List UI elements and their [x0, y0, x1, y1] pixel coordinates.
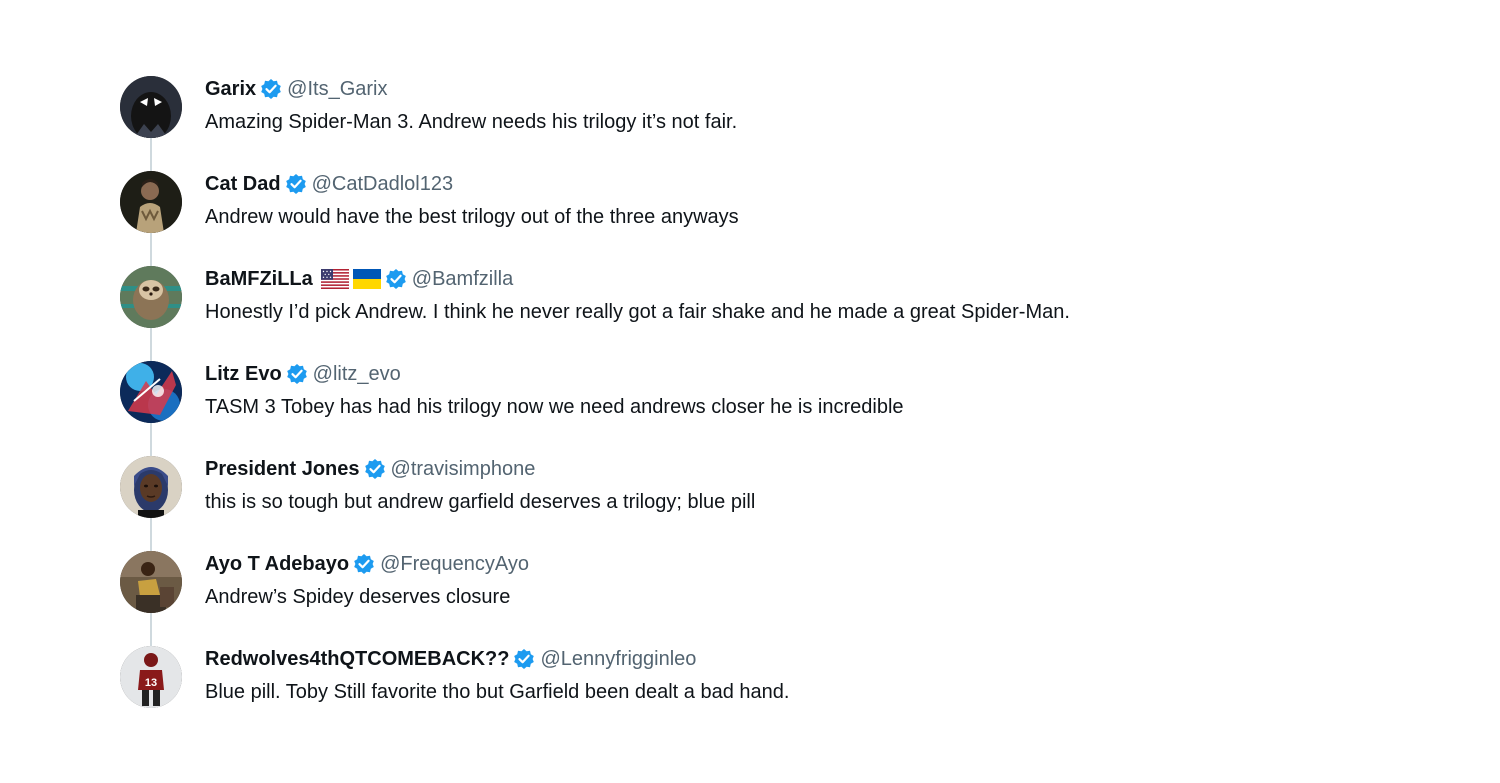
- reply-item[interactable]: 13 Redwolves4thQTCOMEBACK?? @Lennyfriggi…: [120, 646, 1420, 741]
- user-handle[interactable]: @CatDadlol123: [312, 173, 454, 196]
- svg-text:13: 13: [145, 677, 157, 689]
- verified-badge-icon: [385, 268, 407, 290]
- reply-item[interactable]: President Jones @travisimphone this is s…: [120, 456, 1420, 551]
- reply-text: Amazing Spider-Man 3. Andrew needs his t…: [205, 111, 738, 133]
- person-portrait-avatar-icon: [120, 171, 182, 233]
- verified-badge-icon: [285, 173, 307, 195]
- display-name[interactable]: President Jones: [205, 458, 360, 481]
- display-name[interactable]: Garix: [205, 78, 256, 101]
- avatar[interactable]: [120, 456, 182, 518]
- reply-text: Andrew would have the best trilogy out o…: [205, 206, 739, 228]
- verified-badge-icon: [286, 363, 308, 385]
- user-handle[interactable]: @Lennyfrigginleo: [540, 648, 696, 671]
- display-name[interactable]: BaMFZiLLa: [205, 268, 313, 291]
- reply-item[interactable]: BaMFZiLLa @Bamfzilla Honestly I’d pick A…: [120, 266, 1420, 361]
- display-name[interactable]: Cat Dad: [205, 173, 281, 196]
- ukraine-flag-icon: [352, 269, 381, 289]
- avatar[interactable]: [120, 171, 182, 233]
- verified-badge-icon: [513, 648, 535, 670]
- display-name[interactable]: Redwolves4thQTCOMEBACK??: [205, 648, 509, 671]
- sloth-avatar-icon: [120, 266, 182, 328]
- avatar[interactable]: [120, 551, 182, 613]
- reply-text: Honestly I’d pick Andrew. I think he nev…: [205, 301, 1070, 323]
- football-player-avatar-icon: 13: [120, 646, 182, 708]
- reply-text: Andrew’s Spidey deserves closure: [205, 586, 511, 608]
- avatar[interactable]: [120, 76, 182, 138]
- us-flag-icon: [320, 269, 349, 289]
- user-handle[interactable]: @FrequencyAyo: [380, 553, 529, 576]
- verified-badge-icon: [260, 78, 282, 100]
- person-sitting-avatar-icon: [120, 551, 182, 613]
- user-handle[interactable]: @litz_evo: [313, 363, 401, 386]
- display-name[interactable]: Ayo T Adebayo: [205, 553, 349, 576]
- reply-text: Blue pill. Toby Still favorite tho but G…: [205, 681, 790, 703]
- user-handle[interactable]: @travisimphone: [391, 458, 536, 481]
- verified-badge-icon: [364, 458, 386, 480]
- blue-spiderman-avatar-icon: [120, 361, 182, 423]
- reply-item[interactable]: Litz Evo @litz_evo TASM 3 Tobey has had …: [120, 361, 1420, 456]
- reply-item[interactable]: Ayo T Adebayo @FrequencyAyo Andrew’s Spi…: [120, 551, 1420, 646]
- reply-text: this is so tough but andrew garfield des…: [205, 491, 756, 513]
- display-name[interactable]: Litz Evo: [205, 363, 282, 386]
- black-spiderman-avatar-icon: [120, 76, 182, 138]
- reply-item[interactable]: Garix @Its_Garix Amazing Spider-Man 3. A…: [120, 76, 1420, 171]
- verified-badge-icon: [353, 553, 375, 575]
- reply-item[interactable]: Cat Dad @CatDadlol123 Andrew would have …: [120, 171, 1420, 266]
- user-handle[interactable]: @Its_Garix: [287, 78, 387, 101]
- user-handle[interactable]: @Bamfzilla: [412, 268, 513, 291]
- reply-thread: Garix @Its_Garix Amazing Spider-Man 3. A…: [120, 76, 1420, 741]
- reply-text: TASM 3 Tobey has had his trilogy now we …: [205, 396, 904, 418]
- man-with-dreads-avatar-icon: [120, 456, 182, 518]
- avatar[interactable]: 13: [120, 646, 182, 708]
- avatar[interactable]: [120, 266, 182, 328]
- avatar[interactable]: [120, 361, 182, 423]
